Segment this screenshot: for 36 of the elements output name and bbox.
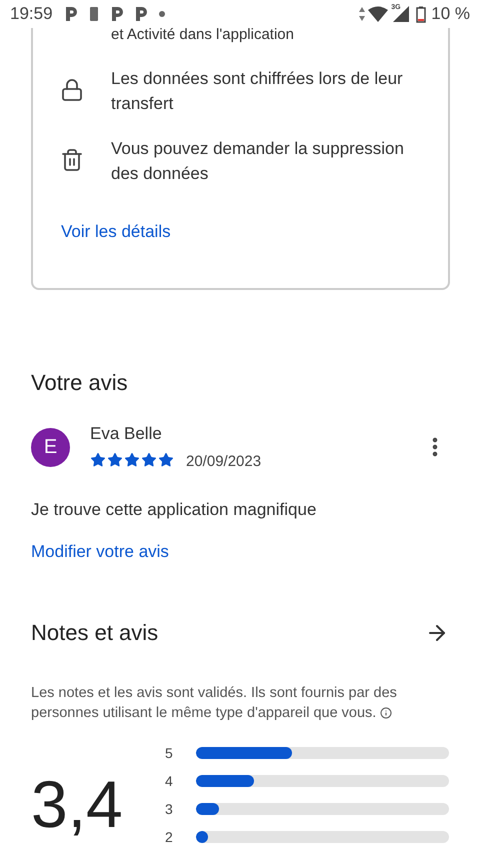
section-title: Notes et avis bbox=[31, 619, 158, 647]
reviewer-name: Eva Belle bbox=[90, 423, 163, 445]
data-arrows-icon bbox=[359, 7, 366, 21]
dot-icon bbox=[158, 11, 165, 17]
notification-icon bbox=[110, 7, 123, 21]
star-icon bbox=[124, 452, 140, 468]
signal-icon bbox=[391, 6, 410, 22]
star-count-label: 2 bbox=[165, 828, 174, 846]
notification-icon bbox=[134, 7, 147, 21]
star-icon bbox=[107, 452, 123, 468]
battery-alert-icon bbox=[88, 6, 99, 22]
star-count-label: 5 bbox=[165, 744, 174, 762]
safety-text: et Activité dans l'application bbox=[111, 25, 295, 45]
info-icon[interactable] bbox=[380, 707, 392, 720]
star-icon bbox=[90, 452, 106, 468]
review-text: Je trouve cette application magnifique bbox=[31, 499, 318, 521]
review-date: 20/09/2023 bbox=[186, 452, 262, 472]
edit-review-link[interactable]: Modifier votre avis bbox=[31, 538, 169, 564]
wifi-icon bbox=[368, 6, 388, 22]
avatar: E bbox=[31, 428, 70, 466]
battery-icon bbox=[416, 6, 426, 22]
ratings-note: Les notes et les avis sont validés. Ils sont fournis par des personnes utilisant le même type d'appareil que vous. bbox=[31, 684, 398, 723]
safety-text: Vous pouvez demander la suppression des données bbox=[111, 138, 405, 185]
notification-icon bbox=[64, 7, 77, 21]
section-title: Votre avis bbox=[31, 369, 129, 397]
star-icon bbox=[141, 452, 157, 468]
safety-text: Les données sont chiffrées lors de leur transfert bbox=[111, 68, 404, 115]
details-link[interactable]: Voir les détails bbox=[61, 219, 171, 244]
star-count-label: 3 bbox=[165, 800, 174, 818]
lock-icon bbox=[60, 78, 84, 102]
clock: 19:59 bbox=[10, 3, 53, 26]
average-score: 3,4 bbox=[31, 771, 124, 843]
star-count-label: 4 bbox=[165, 772, 174, 790]
trash-icon bbox=[60, 148, 84, 172]
battery-level: 10 % bbox=[431, 3, 470, 26]
star-icon bbox=[158, 452, 174, 468]
